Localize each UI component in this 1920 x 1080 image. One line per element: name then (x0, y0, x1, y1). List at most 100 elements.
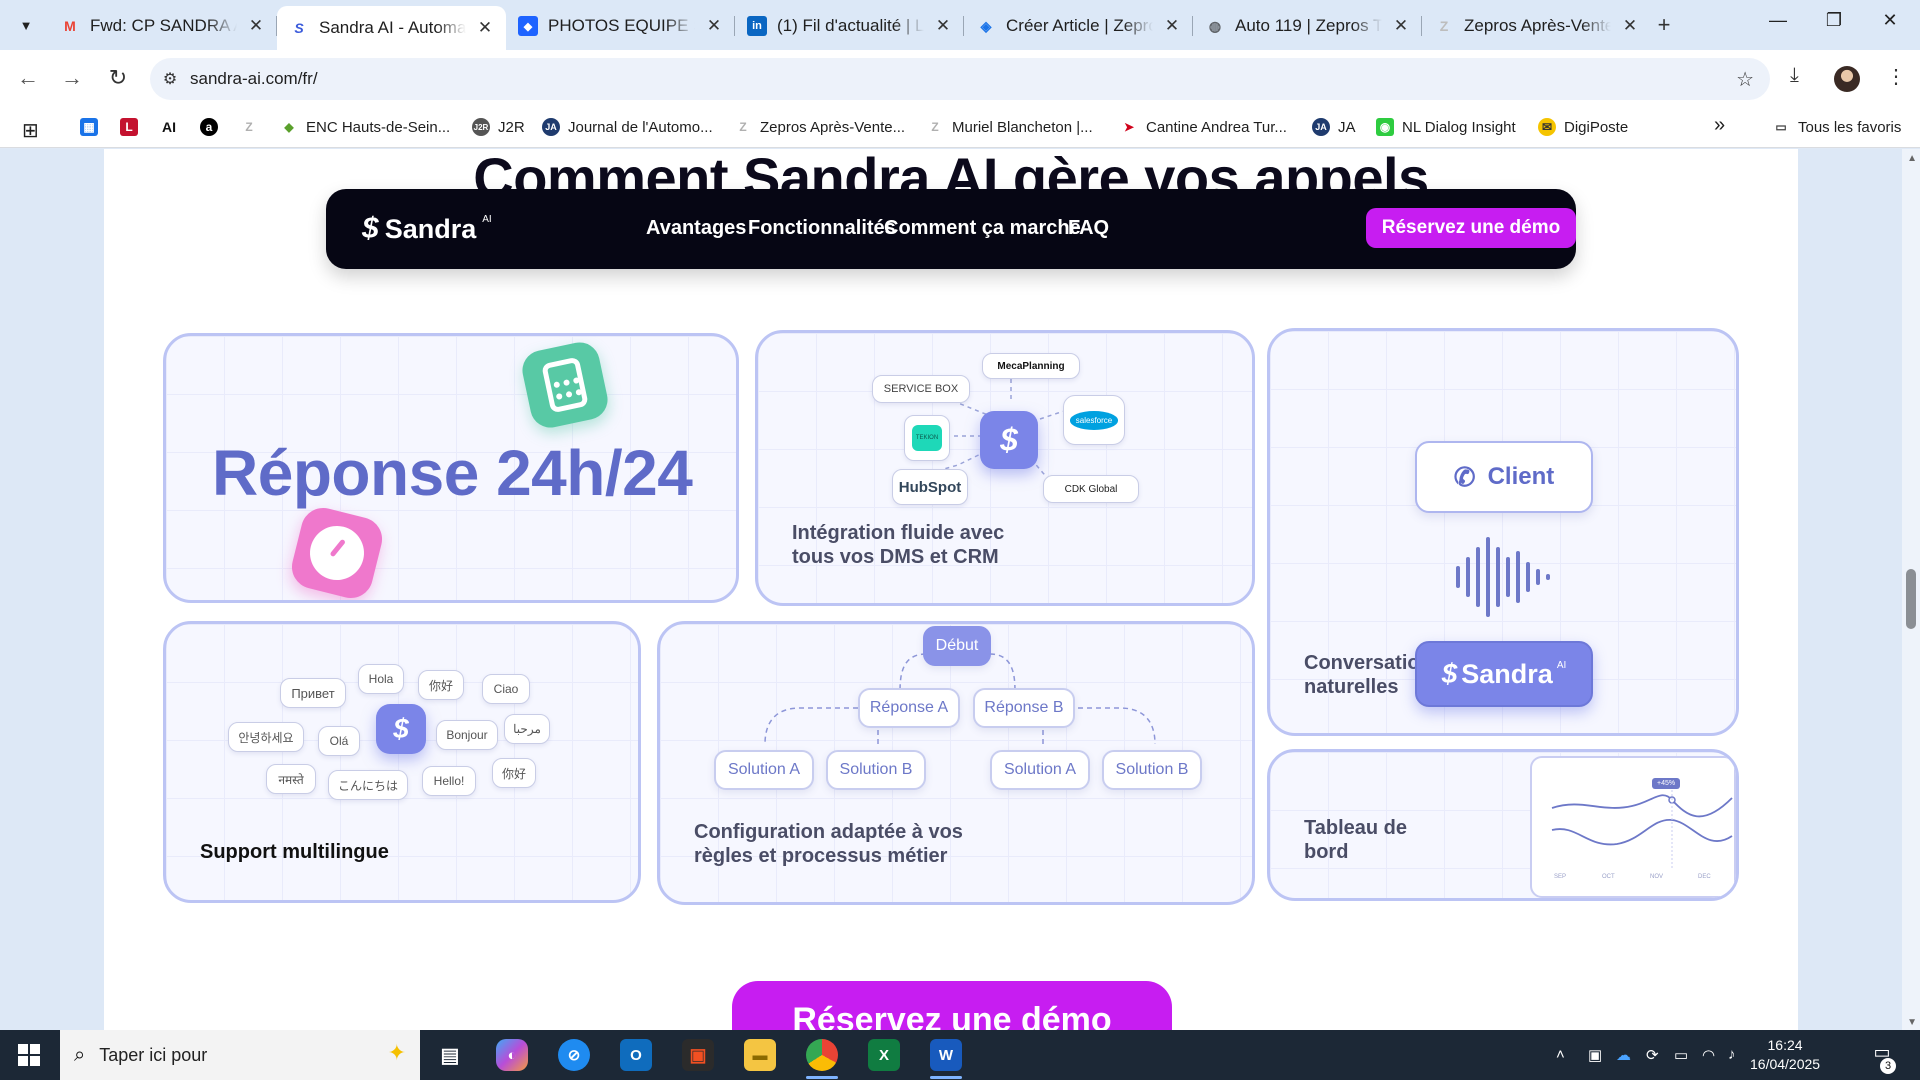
download-icon[interactable]: ⤓ (1790, 64, 1799, 87)
new-tab-button[interactable]: + (1652, 12, 1676, 38)
salesforce-icon: salesforce (1069, 410, 1119, 430)
bookmark-j2r[interactable]: J2R J2R (472, 118, 525, 136)
linkedin-icon: in (747, 16, 767, 36)
scroll-up-icon[interactable]: ▲ (1907, 153, 1917, 164)
profile-avatar[interactable] (1834, 66, 1860, 92)
taskbar-search[interactable]: ⌕ Taper ici pour ✦ (60, 1030, 420, 1080)
bookmark-star-icon[interactable]: ☆ (1736, 67, 1754, 92)
volume-icon[interactable]: ♪ (1728, 1046, 1736, 1063)
nav-link-avantages[interactable]: Avantages (646, 217, 746, 240)
close-tab-icon[interactable]: ✕ (476, 18, 494, 38)
j2r-icon: J2R (472, 118, 490, 136)
zepros-icon: Z (245, 120, 253, 134)
word-icon[interactable]: W (930, 1039, 962, 1071)
bookmark-a[interactable]: a (200, 118, 218, 136)
card-conversations: ✆ Client Conversations naturelles $ Sand… (1267, 328, 1739, 736)
windows-start-icon[interactable] (18, 1044, 40, 1066)
nav-link-comment-ca-marche[interactable]: Comment ça marche (884, 217, 1081, 240)
copilot-icon[interactable]: ◐ (496, 1039, 528, 1071)
bookmark-zepros-av[interactable]: Z Zepros Après-Vente... (734, 118, 905, 136)
excel-icon[interactable]: X (868, 1039, 900, 1071)
card-multilingual: Привет Hola 你好 Ciao 안녕하세요 Olá $ Bonjour … (163, 621, 641, 903)
back-icon[interactable]: ← (14, 64, 42, 92)
bookmarks-bar: ⊞ ▦ L AI a Z ◆ ENC Hauts-de-Sein... J2R J2… (0, 108, 1920, 148)
tab-linkedin[interactable]: in (1) Fil d'actualité | Lin ✕ (735, 6, 964, 46)
site-navbar: $ Sandra AI Avantages Fonctionnalités Co… (326, 189, 1576, 269)
outlook-icon[interactable]: O (620, 1039, 652, 1071)
nav-link-faq[interactable]: FAQ (1068, 217, 1109, 240)
close-tab-icon[interactable]: ✕ (1392, 16, 1410, 36)
bookmark-cantine[interactable]: ➤ Cantine Andrea Tur... (1120, 118, 1287, 136)
forward-icon[interactable]: → (58, 64, 86, 92)
tab-auto119[interactable]: ◍ Auto 119 | Zepros Te ✕ (1193, 6, 1422, 46)
url-text[interactable]: sandra-ai.com/fr/ (190, 69, 318, 89)
bookmark-enc[interactable]: ◆ ENC Hauts-de-Sein... (280, 118, 450, 136)
bird-icon: ➤ (1123, 120, 1135, 134)
wifi-icon[interactable]: ◠ (1702, 1046, 1715, 1064)
bookmark-muriel[interactable]: Z Muriel Blancheton |... (926, 118, 1092, 136)
tab-zepros-article[interactable]: ◈ Créer Article | Zepros ✕ (964, 6, 1193, 46)
bookmark-digiposte[interactable]: ✉ DigiPoste (1538, 118, 1628, 136)
bookmark-nl-dialog[interactable]: ◉ NL Dialog Insight (1376, 118, 1516, 136)
more-bookmarks-button[interactable]: » (1714, 114, 1725, 137)
reload-icon[interactable]: ↻ (104, 64, 132, 92)
bookmark-label: Cantine Andrea Tur... (1146, 118, 1287, 136)
chart-month-oct: OCT (1602, 874, 1615, 880)
close-tab-icon[interactable]: ✕ (705, 16, 723, 36)
bookmark-zepros[interactable]: Z (240, 118, 258, 136)
sandra-hub-icon: $ (980, 411, 1038, 469)
minimize-icon[interactable]: — (1766, 10, 1790, 31)
task-view-icon[interactable]: ▤ (434, 1039, 466, 1071)
all-favorites[interactable]: ▭ Tous les favoris (1772, 118, 1901, 136)
close-tab-icon[interactable]: ✕ (247, 16, 265, 36)
soundwave-icon (1456, 537, 1550, 617)
scrollbar-thumb[interactable] (1906, 569, 1916, 629)
bookmark-label: Zepros Après-Vente... (760, 118, 906, 136)
site-info-icon[interactable]: ⚙ (150, 69, 190, 89)
battery-icon[interactable]: ▭ (1674, 1046, 1688, 1064)
address-bar[interactable]: ⚙ sandra-ai.com/fr/ ☆ (150, 58, 1770, 100)
bookmark-calendar[interactable]: ▦ (80, 118, 98, 136)
partner-cdk: CDK Global (1043, 475, 1139, 503)
store-icon[interactable]: ▣ (682, 1039, 714, 1071)
tab-gmail[interactable]: M Fwd: CP SANDRA AI - ✕ (48, 6, 277, 46)
bookmark-ai[interactable]: AI (160, 118, 178, 136)
site-logo[interactable]: $ Sandra AI (362, 212, 492, 246)
sandra-pill-name: Sandra (1461, 658, 1553, 689)
show-hidden-icons-icon[interactable]: ˄ (1556, 1046, 1565, 1063)
chrome-icon[interactable] (806, 1039, 838, 1071)
dashboard-label-line2: bord (1304, 841, 1349, 863)
book-demo-button[interactable]: Réservez une démo (1366, 208, 1576, 248)
taskbar-search-placeholder: Taper ici pour (99, 1044, 208, 1065)
tab-photos[interactable]: ◆ PHOTOS EQUIPE SAN ✕ (506, 6, 735, 46)
tab-sandra-ai[interactable]: S Sandra AI - Automati ✕ (277, 6, 506, 50)
multilingual-label: Support multilingue (200, 841, 389, 863)
book-demo-cta[interactable]: Réservez une démo (732, 981, 1172, 1030)
close-tab-icon[interactable]: ✕ (934, 16, 952, 36)
system-clock[interactable]: 16:24 16/04/2025 (1750, 1036, 1820, 1074)
browser-toolbar: ← → ↻ ⚙ sandra-ai.com/fr/ ☆ ⤓ ⋮ (0, 50, 1920, 108)
bookmark-ja[interactable]: JA JA (1312, 118, 1356, 136)
tab-search-chevron-icon[interactable]: ▼ (14, 13, 38, 37)
bookmark-journal-auto[interactable]: JA Journal de l'Automo... (542, 118, 713, 136)
zepros-icon: Z (739, 120, 747, 134)
page-scrollbar[interactable]: ▲ ▼ (1902, 149, 1920, 1030)
tab-zepros-apres-vente[interactable]: Z Zepros Après-Vente ✕ (1422, 6, 1651, 46)
close-window-icon[interactable]: ✕ (1878, 10, 1902, 31)
partner-hubspot: HubSpot (892, 469, 968, 505)
apps-grid-icon[interactable]: ⊞ (22, 118, 39, 143)
meet-icon[interactable]: ▣ (1588, 1046, 1602, 1064)
calculator-icon (518, 338, 612, 432)
more-menu-icon[interactable]: ⋮ (1886, 64, 1906, 89)
nav-link-fonctionnalites[interactable]: Fonctionnalités (748, 217, 896, 240)
bookmark-l[interactable]: L (120, 118, 138, 136)
restore-icon[interactable]: ❐ (1822, 10, 1846, 31)
scroll-down-icon[interactable]: ▼ (1907, 1017, 1917, 1028)
close-tab-icon[interactable]: ✕ (1621, 16, 1639, 36)
safari-compass-icon[interactable]: ⊘ (558, 1039, 590, 1071)
file-explorer-icon[interactable]: ▬ (744, 1039, 776, 1071)
config-label: Configuration adaptée à vos règles et pr… (694, 820, 963, 868)
update-icon[interactable]: ⟳ (1646, 1046, 1659, 1064)
onedrive-icon[interactable]: ☁ (1616, 1046, 1631, 1064)
close-tab-icon[interactable]: ✕ (1163, 16, 1181, 36)
